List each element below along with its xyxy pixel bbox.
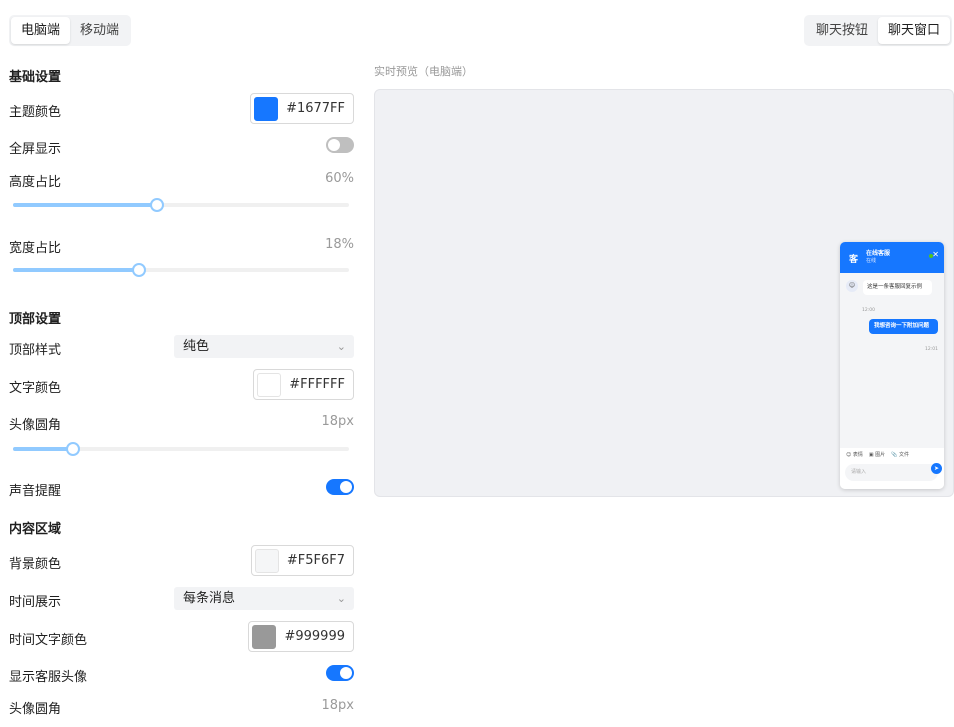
settings-panel: 基础设置 主题颜色 #1677FF 全屏显示 高度占比 60% 宽度占比 18%… — [9, 0, 355, 727]
text-color-label: 文字颜色 — [9, 381, 62, 396]
height-ratio-slider[interactable] — [13, 198, 349, 212]
section-title-basic: 基础设置 — [9, 70, 62, 85]
chevron-down-icon: ⌄ — [336, 340, 346, 353]
outgoing-bubble: 我想咨询一下附加问题 — [869, 319, 938, 334]
bg-color-label: 背景颜色 — [9, 557, 62, 572]
emoji-tool: ☺ 表情 — [846, 451, 863, 458]
avatar-radius-slider[interactable] — [13, 442, 349, 456]
content-avatar-radius-value: 18px — [321, 698, 355, 713]
image-tool: ▣ 图片 — [868, 451, 886, 458]
slider-track — [13, 268, 139, 272]
header-style-value: 纯色 — [183, 339, 210, 354]
slider-track — [13, 447, 74, 451]
width-ratio-value: 18% — [325, 237, 354, 252]
bg-color-picker[interactable]: #F5F6F7 — [250, 545, 354, 576]
view-switcher: 聊天按钮 聊天窗口 — [803, 15, 952, 46]
time-text-color-swatch — [252, 624, 277, 649]
show-agent-avatar-toggle[interactable] — [326, 665, 354, 681]
chat-toolbar: ☺ 表情 ▣ 图片 📎 文件 — [840, 448, 944, 460]
chat-input: 请输入 — [845, 464, 938, 481]
agent-avatar: 客 — [849, 255, 859, 265]
slider-handle[interactable] — [66, 442, 81, 456]
send-icon: ➤ — [931, 463, 942, 474]
height-ratio-value: 60% — [325, 171, 354, 186]
close-icon: ✕ — [932, 250, 939, 259]
toggle-knob — [340, 481, 352, 493]
width-ratio-slider[interactable] — [13, 263, 349, 277]
preview-label: 实时预览（电脑端） — [374, 65, 473, 78]
text-color-swatch — [257, 372, 282, 397]
time-display-select[interactable]: 每条消息 ⌄ — [174, 587, 354, 610]
tab-chat-button[interactable]: 聊天按钮 — [806, 17, 878, 44]
theme-color-label: 主题颜色 — [9, 105, 62, 120]
sound-alert-toggle[interactable] — [326, 479, 354, 495]
fullscreen-label: 全屏显示 — [9, 142, 62, 157]
bg-color-value: #F5F6F7 — [286, 553, 345, 568]
incoming-time: 12:00 — [862, 308, 875, 313]
header-style-label: 顶部样式 — [9, 343, 62, 358]
sound-alert-label: 声音提醒 — [9, 484, 62, 499]
time-text-color-picker[interactable]: #999999 — [248, 621, 354, 652]
time-text-color-label: 时间文字颜色 — [9, 633, 88, 648]
fullscreen-toggle[interactable] — [326, 137, 354, 153]
text-color-value: #FFFFFF — [289, 377, 345, 392]
live-preview: 客 在线客服 在线 ✕ ☺ 这是一条客服回复示例 12:00 我想咨询一下附加问… — [374, 89, 954, 497]
slider-track — [13, 203, 158, 207]
section-title-content: 内容区域 — [9, 522, 62, 537]
incoming-bubble: 这是一条客服回复示例 — [863, 280, 932, 295]
file-tool: 📎 文件 — [891, 451, 910, 458]
chat-input-area: 请输入 ➤ — [840, 460, 944, 489]
header-style-select[interactable]: 纯色 ⌄ — [174, 335, 354, 358]
theme-color-swatch — [254, 96, 279, 121]
toggle-knob — [340, 667, 352, 679]
chat-window-preview: 客 在线客服 在线 ✕ ☺ 这是一条客服回复示例 12:00 我想咨询一下附加问… — [840, 242, 944, 489]
theme-color-picker[interactable]: #1677FF — [250, 93, 354, 124]
outgoing-time: 12:01 — [925, 347, 938, 352]
content-avatar-radius-label: 头像圆角 — [9, 702, 62, 717]
chat-header-title: 在线客服 — [866, 250, 891, 257]
bg-color-swatch — [254, 548, 279, 573]
chat-header-status: 在线 — [866, 258, 877, 264]
theme-color-value: #1677FF — [286, 101, 345, 116]
user-icon: ☺ — [846, 280, 858, 292]
tab-chat-window[interactable]: 聊天窗口 — [877, 17, 950, 44]
time-display-label: 时间展示 — [9, 595, 62, 610]
slider-handle[interactable] — [150, 198, 165, 212]
width-ratio-label: 宽度占比 — [9, 241, 62, 256]
slider-handle[interactable] — [132, 263, 146, 277]
text-color-picker[interactable]: #FFFFFF — [253, 369, 354, 400]
time-display-value: 每条消息 — [183, 591, 236, 606]
avatar-radius-value: 18px — [321, 414, 355, 429]
time-text-color-value: #999999 — [284, 629, 345, 644]
show-agent-avatar-label: 显示客服头像 — [9, 670, 88, 685]
section-title-header: 顶部设置 — [9, 312, 62, 327]
height-ratio-label: 高度占比 — [9, 175, 62, 190]
toggle-knob — [328, 139, 340, 151]
chat-header: 客 在线客服 在线 ✕ — [840, 242, 944, 273]
avatar-radius-label: 头像圆角 — [9, 418, 62, 433]
chevron-down-icon: ⌄ — [336, 592, 346, 605]
